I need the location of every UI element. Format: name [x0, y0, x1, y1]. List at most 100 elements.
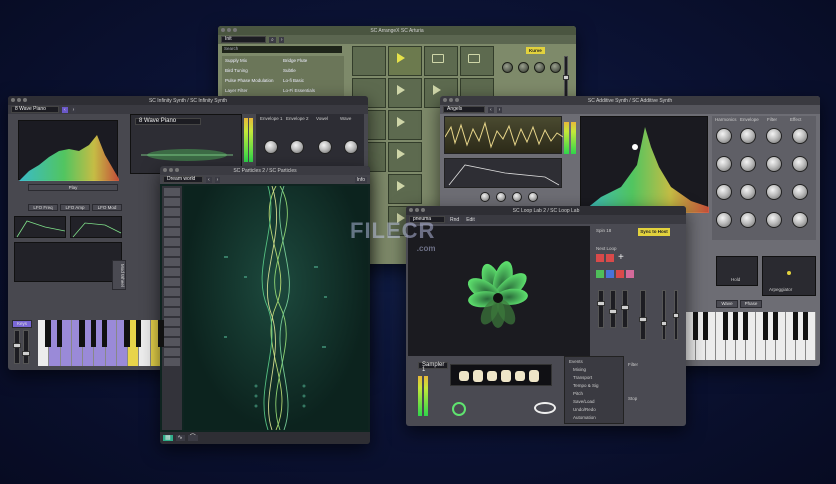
knob[interactable]: [528, 192, 538, 202]
knob[interactable]: [766, 128, 782, 144]
pad[interactable]: [460, 46, 494, 76]
fader[interactable]: [609, 290, 617, 328]
knob[interactable]: [716, 128, 732, 144]
pad-active[interactable]: [388, 46, 422, 76]
fader[interactable]: [639, 290, 647, 340]
grid-icon[interactable]: ▦: [163, 435, 173, 441]
knob[interactable]: [740, 184, 756, 200]
color-swatch-blue[interactable]: [606, 270, 614, 278]
knob[interactable]: [502, 62, 513, 73]
window-controls[interactable]: [11, 98, 27, 102]
list-item[interactable]: Transport: [573, 375, 592, 380]
next-icon[interactable]: ›: [214, 176, 221, 183]
preset-select[interactable]: Angels: [443, 106, 485, 113]
knob[interactable]: [716, 212, 732, 228]
strip-item[interactable]: [164, 308, 180, 316]
strip-item[interactable]: [164, 188, 180, 196]
knob[interactable]: [766, 184, 782, 200]
knob[interactable]: [766, 156, 782, 172]
pad[interactable]: [388, 78, 422, 108]
play-button[interactable]: Play: [28, 184, 118, 191]
strip-item[interactable]: [164, 208, 180, 216]
piano-keyboard[interactable]: [38, 320, 164, 366]
lfo-freq-button[interactable]: LFO Freq: [28, 204, 58, 211]
strip-item[interactable]: [164, 278, 180, 286]
list-item[interactable]: Layer Filter Lo-Fi Essentials: [222, 86, 344, 96]
list-item[interactable]: Pitch: [573, 391, 583, 396]
wave-icon[interactable]: ∿: [175, 435, 185, 441]
knob[interactable]: [290, 140, 304, 154]
strip-item[interactable]: [164, 238, 180, 246]
pad[interactable]: [388, 110, 422, 140]
pad[interactable]: [424, 46, 458, 76]
mod-wheel-button[interactable]: Mod Wheel: [112, 260, 126, 290]
lfo-mod-button[interactable]: LFO Mod: [92, 204, 122, 211]
knob[interactable]: [550, 62, 561, 73]
strip-item[interactable]: [164, 348, 180, 356]
window-controls[interactable]: [409, 208, 425, 212]
add-icon[interactable]: +: [618, 252, 624, 263]
knob[interactable]: [740, 212, 756, 228]
window-controls[interactable]: [221, 28, 237, 32]
curve-icon[interactable]: ⌒: [187, 435, 198, 441]
lfo-amp-button[interactable]: LFO Amp: [60, 204, 90, 211]
list-item[interactable]: Pulse Phase Modulation Lo-fi Basic: [222, 76, 344, 86]
list-item[interactable]: Mixing: [573, 367, 586, 372]
pad[interactable]: [388, 174, 422, 204]
search-input[interactable]: Search: [222, 46, 238, 51]
strip-item[interactable]: [164, 298, 180, 306]
list-item[interactable]: Save/Load: [573, 399, 595, 404]
knob[interactable]: [716, 184, 732, 200]
knob[interactable]: [766, 212, 782, 228]
edit-button[interactable]: Edit: [464, 216, 477, 223]
fader[interactable]: [597, 290, 605, 328]
knob[interactable]: [344, 140, 358, 154]
color-swatch-red[interactable]: [616, 270, 624, 278]
keys-button[interactable]: Keys: [12, 320, 32, 328]
fader[interactable]: [621, 290, 629, 328]
list-item[interactable]: Automation: [573, 415, 596, 420]
eye-icon[interactable]: [534, 402, 556, 414]
power-icon[interactable]: [452, 402, 466, 416]
particle-canvas[interactable]: [184, 185, 368, 431]
knob[interactable]: [792, 184, 808, 200]
preset-select[interactable]: Dream world: [163, 176, 203, 183]
pitch-fader[interactable]: [13, 330, 21, 364]
fader[interactable]: [673, 290, 679, 340]
color-swatch-green[interactable]: [596, 270, 604, 278]
knob[interactable]: [792, 212, 808, 228]
piano-key[interactable]: [716, 312, 728, 360]
piano-keyboard[interactable]: [686, 312, 816, 360]
phase-button[interactable]: Phase: [740, 300, 762, 308]
pad[interactable]: [352, 46, 386, 76]
list-item[interactable]: Tempo & Sig: [573, 383, 599, 388]
knob[interactable]: [512, 192, 522, 202]
next-icon[interactable]: ›: [496, 106, 503, 113]
prev-icon[interactable]: ‹: [62, 106, 68, 113]
info-chip[interactable]: Info: [354, 176, 367, 183]
strip-item[interactable]: [164, 248, 180, 256]
strip-item[interactable]: [164, 258, 180, 266]
mod-fader[interactable]: [22, 330, 30, 364]
preset-select[interactable]: Init: [221, 36, 266, 43]
knob[interactable]: [740, 128, 756, 144]
strip-item[interactable]: [164, 338, 180, 346]
sampler-select[interactable]: Sampler 1: [418, 362, 448, 373]
knob[interactable]: [518, 62, 529, 73]
color-swatch-pink[interactable]: [626, 270, 634, 278]
pad[interactable]: [388, 142, 422, 172]
next-icon[interactable]: ›: [70, 106, 77, 113]
next-icon[interactable]: ›: [278, 36, 285, 43]
piano-key[interactable]: [786, 312, 798, 360]
knob[interactable]: [534, 62, 545, 73]
list-item[interactable]: Undo/Redo: [573, 407, 596, 412]
color-swatch-red[interactable]: [606, 254, 614, 262]
strip-item[interactable]: [164, 358, 180, 366]
strip-item[interactable]: [164, 228, 180, 236]
kurve-chip[interactable]: Kurve: [526, 47, 545, 54]
knob[interactable]: [792, 156, 808, 172]
knob[interactable]: [792, 128, 808, 144]
search-icon[interactable]: ⌕: [269, 36, 276, 43]
piano-key[interactable]: [756, 312, 768, 360]
prev-icon[interactable]: ‹: [206, 176, 212, 183]
